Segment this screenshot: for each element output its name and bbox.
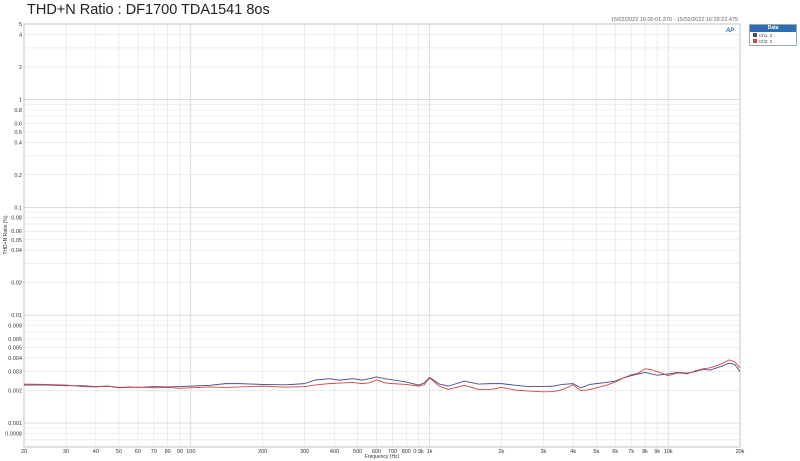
legend[interactable]: Data Ch1: 2 Ch2: 2: [749, 24, 797, 46]
x-tick-label: 20k: [736, 449, 745, 455]
ap-logo: AP: [725, 28, 735, 34]
x-tick-label: 4k: [570, 449, 576, 455]
y-tick-label: 0.6: [14, 121, 22, 127]
plot-frame: [23, 23, 741, 448]
x-tick-label: 80: [165, 449, 171, 455]
x-tick-label: 10k: [664, 449, 673, 455]
y-tick-label: 1: [19, 97, 22, 103]
x-tick-label: 0.9k: [413, 449, 424, 455]
y-tick-label: 0.08: [11, 216, 22, 222]
y-tick-label: 0.8: [14, 108, 22, 114]
y-tick-label: 0.0008: [5, 432, 22, 438]
x-tick-label: 40: [93, 449, 99, 455]
x-tick-label: 800: [402, 449, 411, 455]
y-tick-label: 0.04: [11, 248, 22, 254]
plot-area[interactable]: 20 30 40 50 60 70 80 90 100 200 300 400 500 600 700 800…: [0, 0, 800, 461]
x-tick-label: 30: [63, 449, 69, 455]
y-tick-label: 0.05: [11, 238, 22, 244]
y-tick-label: 0.005: [8, 346, 22, 352]
x-tick-label: 90: [177, 449, 183, 455]
legend-title: Data: [750, 25, 796, 32]
x-tick-label: 5k: [593, 449, 599, 455]
y-tick-label: 0.1: [14, 205, 22, 211]
x-tick-label: 2k: [498, 449, 504, 455]
y-tick-label: 0.004: [8, 356, 22, 362]
x-tick-label: 9k: [654, 449, 660, 455]
y-tick-label: 0.003: [8, 370, 22, 376]
y-tick-label: 4: [19, 32, 22, 38]
y-tick-label: 0.5: [14, 130, 22, 136]
y-tick-label: 2: [19, 65, 22, 71]
legend-label-ch1: Ch1: 2: [759, 32, 773, 38]
y-tick-label: 0.001: [8, 421, 22, 427]
x-tick-label: 100: [186, 449, 195, 455]
x-tick-label: 400: [330, 449, 339, 455]
y-tick-label: 0.01: [11, 313, 22, 319]
x-tick-label: 1k: [427, 449, 433, 455]
x-tick-label: 8k: [642, 449, 648, 455]
y-tick-label: 0.06: [11, 229, 22, 235]
x-tick-label: 50: [116, 449, 122, 455]
x-tick-label: 6k: [612, 449, 618, 455]
y-tick-label: 0.002: [8, 389, 22, 395]
x-tick-label: 60: [135, 449, 141, 455]
x-tick-label: 70: [151, 449, 157, 455]
x-tick-label: 300: [300, 449, 309, 455]
x-tick-label: 500: [353, 449, 362, 455]
y-tick-label: 0.006: [8, 337, 22, 343]
x-tick-label: 20: [21, 449, 27, 455]
legend-swatch-ch2: [753, 39, 757, 43]
y-tick-label: 0.02: [11, 281, 22, 287]
x-tick-label: 3k: [540, 449, 546, 455]
x-tick-label: 200: [258, 449, 267, 455]
legend-swatch-ch1: [753, 33, 757, 37]
y-tick-label: 5: [19, 22, 22, 28]
x-tick-label: 7k: [628, 449, 634, 455]
legend-item-ch2[interactable]: Ch2: 2: [750, 38, 796, 44]
legend-label-ch2: Ch2: 2: [759, 38, 773, 44]
x-axis-label: Frequency (Hz): [365, 454, 400, 460]
y-tick-label: 0.008: [8, 324, 22, 330]
y-tick-label: 0.2: [14, 173, 22, 179]
y-tick-label: 0.4: [14, 140, 22, 146]
y-axis-label: THD+N Ratio (%): [3, 215, 9, 254]
